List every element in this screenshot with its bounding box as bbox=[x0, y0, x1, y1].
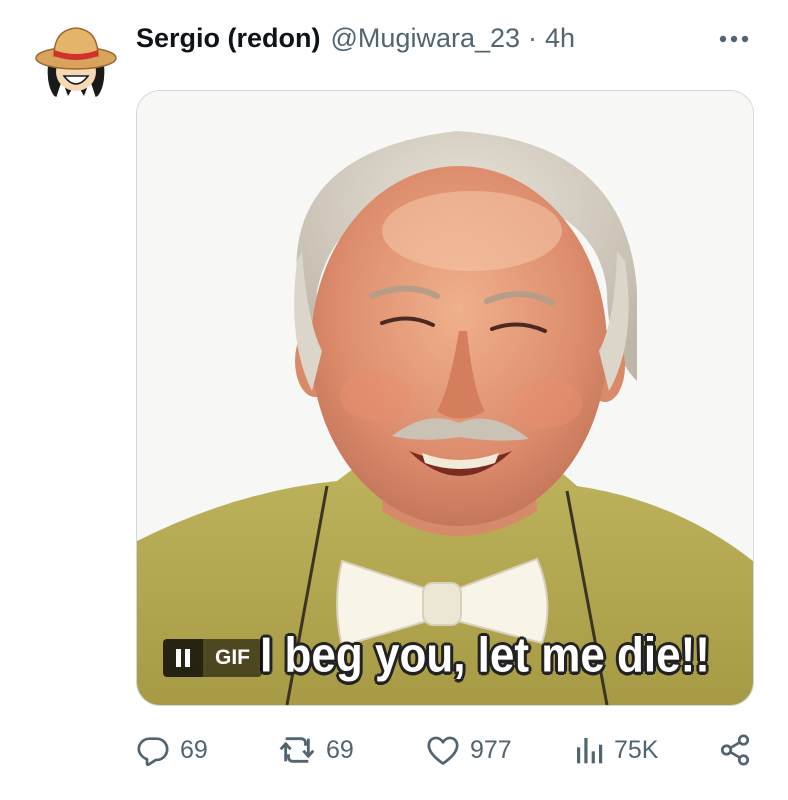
views-count: 75K bbox=[614, 735, 659, 764]
retweet-button[interactable]: 69 bbox=[278, 730, 354, 770]
reply-icon bbox=[137, 737, 169, 767]
views-icon bbox=[577, 738, 603, 764]
gif-frame-image bbox=[137, 91, 753, 705]
retweet-count: 69 bbox=[326, 735, 354, 764]
pause-icon bbox=[176, 649, 190, 667]
retweet-icon bbox=[279, 737, 315, 763]
reply-count: 69 bbox=[180, 735, 208, 764]
like-count: 977 bbox=[470, 735, 512, 764]
share-icon bbox=[720, 734, 750, 766]
reply-button[interactable]: 69 bbox=[136, 730, 208, 770]
like-button[interactable]: 977 bbox=[426, 730, 512, 770]
avatar[interactable] bbox=[34, 18, 118, 102]
author-name[interactable]: Sergio (redon) bbox=[136, 23, 321, 54]
tweet-timestamp[interactable]: 4h bbox=[545, 23, 575, 54]
gif-media[interactable]: I beg you, let me die!! GIF bbox=[136, 90, 754, 706]
gif-controls: GIF bbox=[163, 639, 262, 677]
more-horizontal-icon bbox=[719, 35, 749, 43]
share-button[interactable] bbox=[718, 730, 752, 770]
author-handle[interactable]: @Mugiwara_23 bbox=[331, 23, 521, 54]
tweet-header: Sergio (redon) @Mugiwara_23 · 4h bbox=[136, 18, 575, 58]
heart-icon bbox=[427, 736, 459, 765]
separator-dot: · bbox=[528, 22, 538, 53]
views-button[interactable]: 75K bbox=[574, 730, 658, 770]
gif-badge: GIF bbox=[203, 639, 262, 677]
more-options-button[interactable] bbox=[712, 24, 756, 54]
luffy-avatar-icon bbox=[34, 18, 118, 102]
pause-button[interactable] bbox=[163, 639, 203, 677]
tweet-actions: 69 69 977 75K bbox=[136, 730, 756, 770]
